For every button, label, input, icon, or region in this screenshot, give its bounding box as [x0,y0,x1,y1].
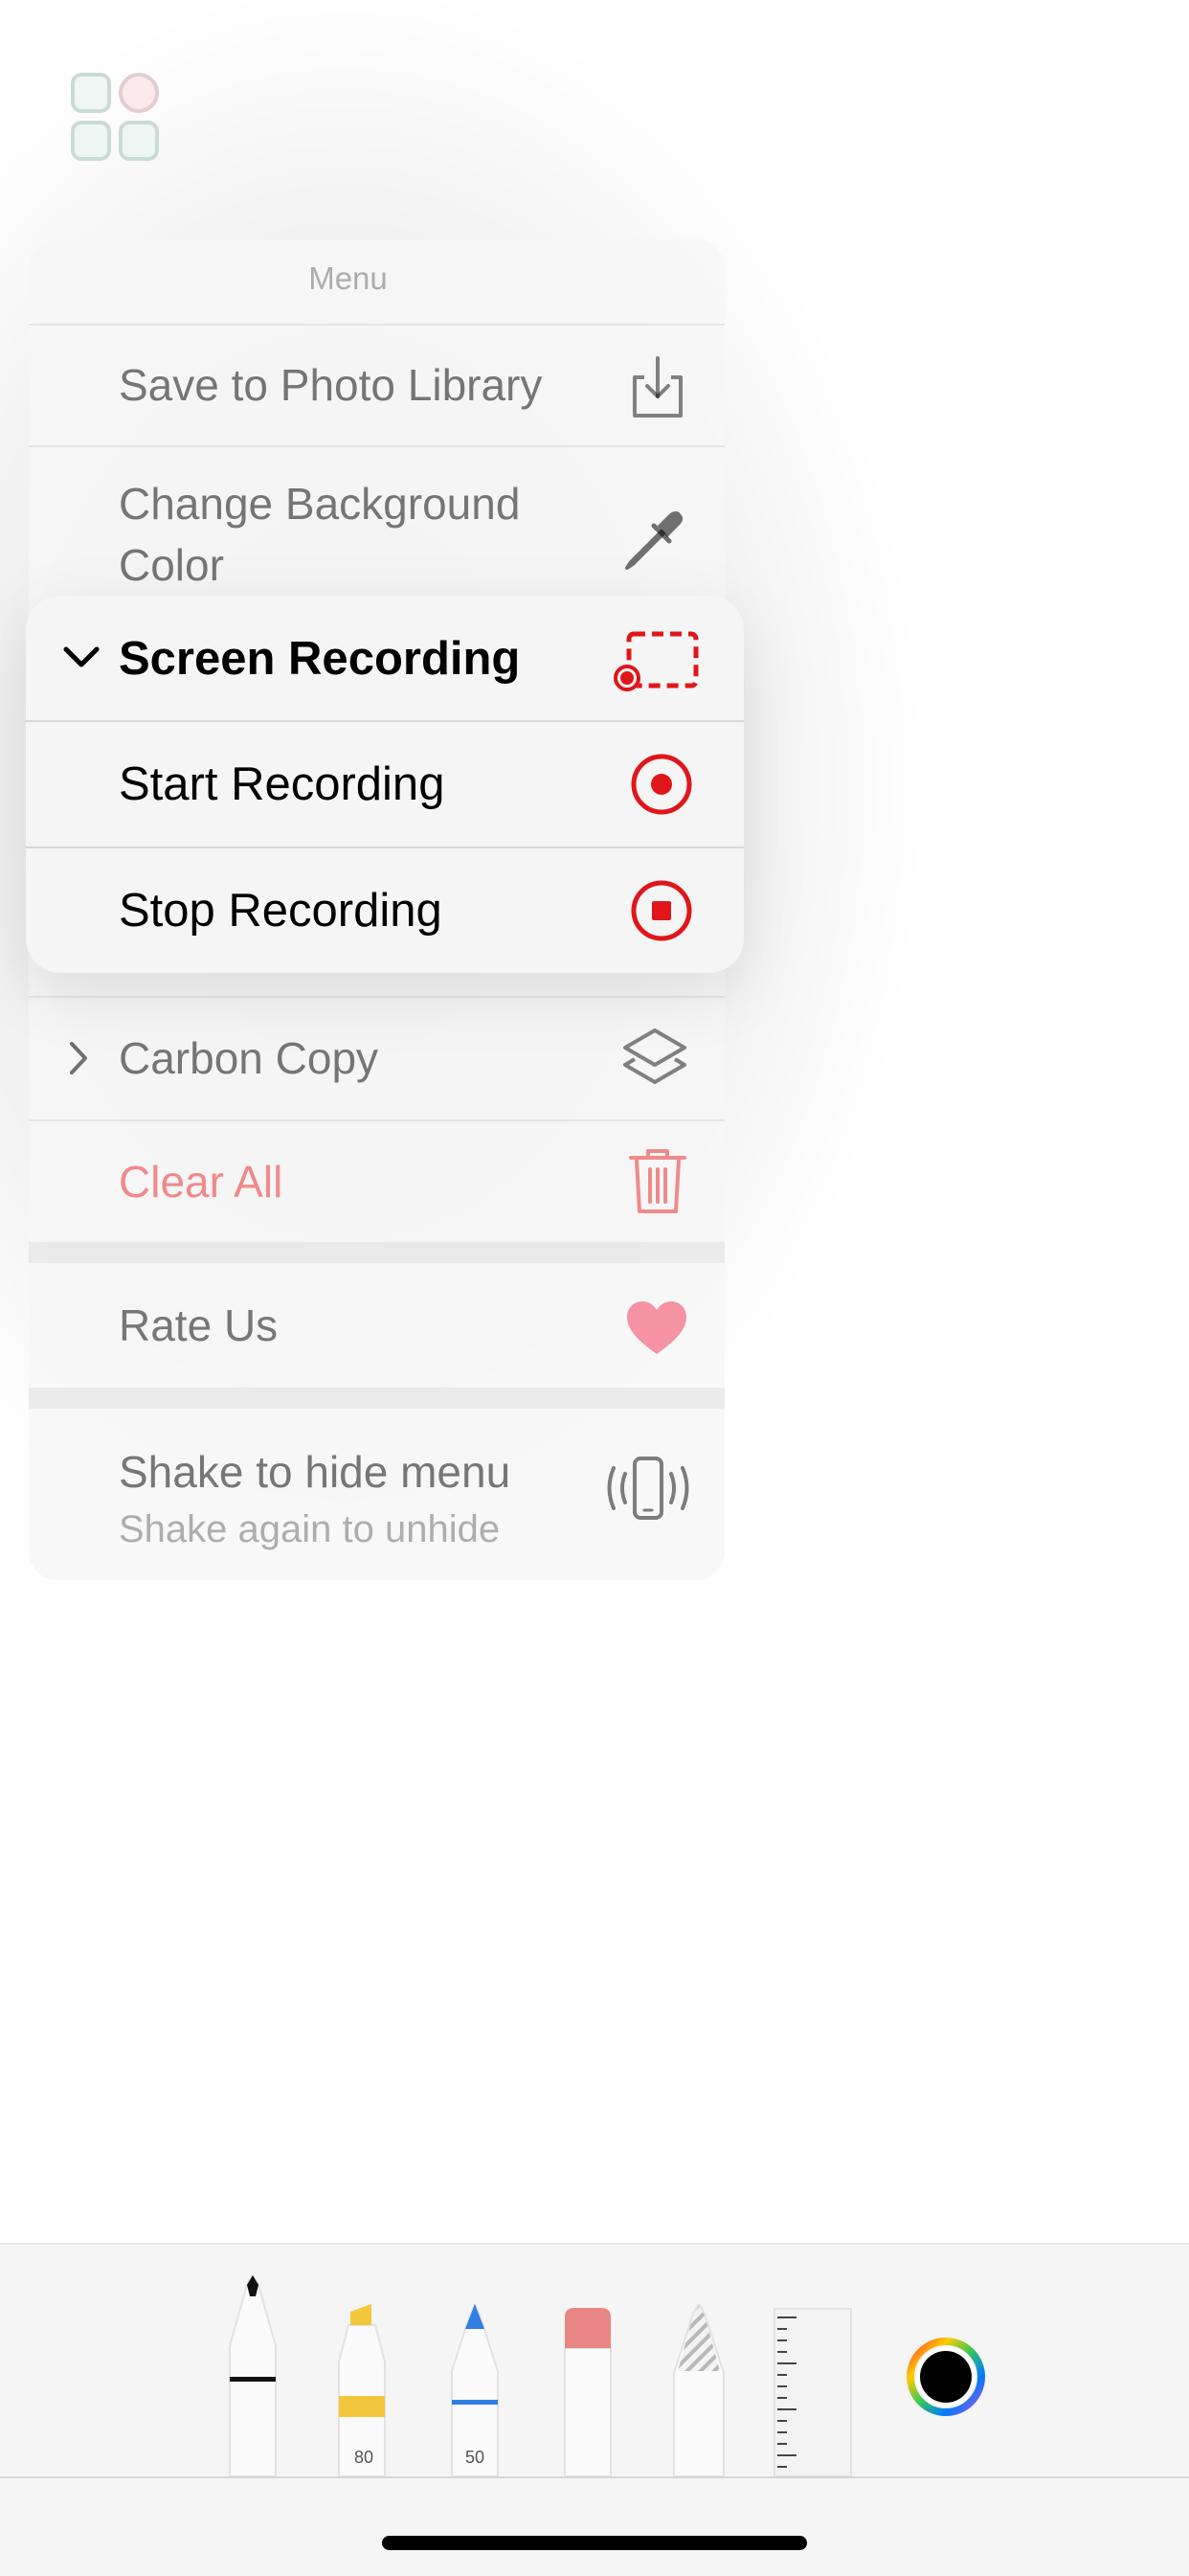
marker-size-label: 80 [353,2448,374,2467]
shake-sublabel: Shake again to unhide [119,1508,501,1550]
clear-all-item[interactable]: Clear All [29,1121,725,1242]
ruler-icon[interactable] [774,2308,852,2476]
lasso-icon[interactable] [670,2304,728,2476]
home-indicator[interactable] [382,2536,807,2550]
carbon-copy-item[interactable]: Carbon Copy [29,998,725,1119]
record-start-icon [631,754,692,815]
layers-icon [623,1028,686,1084]
stop-recording-item[interactable]: Stop Recording [26,848,744,973]
eyedropper-icon [625,511,684,570]
color-picker-icon[interactable] [906,2337,986,2417]
stop-recording-label: Stop Recording [119,885,442,937]
chevron-down-icon [63,646,100,667]
trash-icon [629,1149,686,1213]
start-recording-item[interactable]: Start Recording [26,722,744,847]
start-recording-label: Start Recording [119,758,445,810]
clear-all-label: Clear All [119,1157,283,1207]
section-gap [29,1242,725,1263]
background-label-line1: Change Background [119,479,521,529]
save-to-photo-library-item[interactable]: Save to Photo Library [29,326,725,445]
screen-record-region-icon [614,631,699,691]
rate-us-item[interactable]: Rate Us [29,1263,725,1388]
screen-recording-title: Screen Recording [119,633,521,685]
record-stop-icon [631,880,692,941]
change-background-color-item[interactable]: Change Background Color [29,447,725,591]
pencil-size-label: 50 [464,2448,485,2467]
screen-recording-submenu: Screen Recording Start Recording Stop Re… [26,596,744,973]
toolbar-divider [0,2476,1189,2478]
download-tray-icon [633,356,683,418]
shake-label: Shake to hide menu [119,1447,511,1497]
heart-icon [627,1301,686,1354]
shake-to-hide-item[interactable]: Shake to hide menu Shake again to unhide [29,1409,725,1581]
rate-us-label: Rate Us [119,1300,279,1350]
pen-icon[interactable] [224,2275,281,2476]
selected-color-swatch [920,2351,972,2403]
app-grid-icon[interactable] [69,71,161,163]
phone-shake-icon [607,1457,689,1520]
carbon-copy-label: Carbon Copy [119,1033,379,1083]
screen-recording-header[interactable]: Screen Recording [26,596,744,720]
drawing-toolbar: 80 50 [0,2243,1189,2576]
background-label-line2: Color [119,540,224,590]
section-gap [29,1388,725,1409]
eraser-icon[interactable] [561,2304,615,2476]
chevron-right-icon [70,1042,87,1074]
save-label: Save to Photo Library [119,360,543,410]
menu-title: Menu [308,260,388,296]
